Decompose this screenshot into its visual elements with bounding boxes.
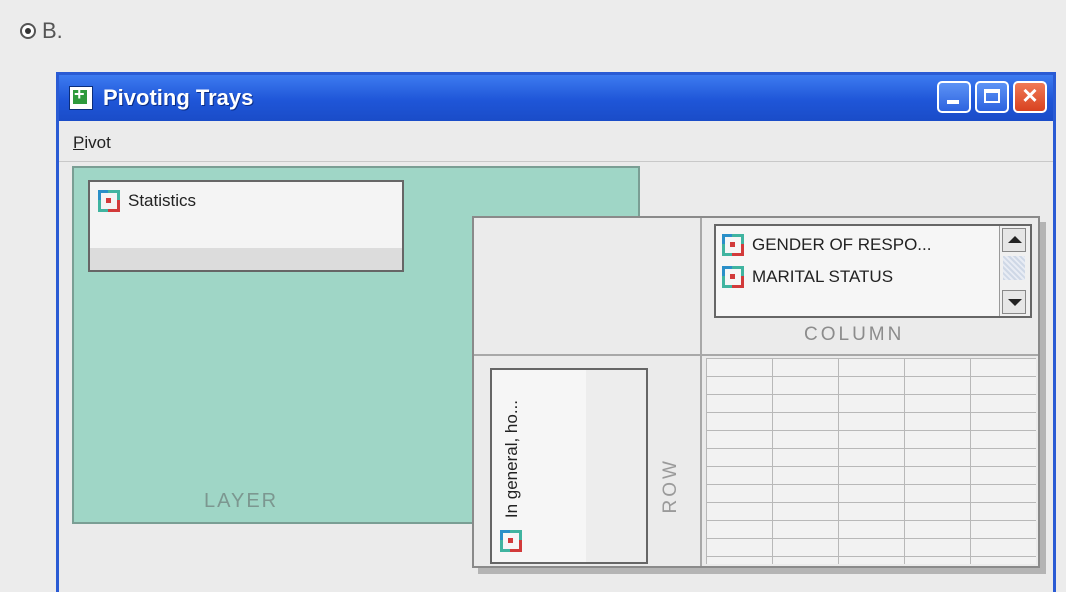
column-item-marital-status[interactable]: MARITAL STATUS (722, 266, 893, 288)
panel-horizontal-divider (474, 354, 1038, 356)
menu-pivot-accelerator: P (73, 133, 85, 152)
radio-selected-dot (25, 28, 31, 34)
column-item-label: MARITAL STATUS (752, 267, 894, 286)
window-controls: × (937, 80, 1047, 113)
column-list-scrollbar[interactable] (999, 226, 1030, 316)
layer-tray-label: LAYER (204, 490, 279, 512)
minimize-button[interactable] (937, 81, 971, 113)
pivot-variable-icon (722, 266, 744, 288)
row-tray-label: ROW (660, 458, 681, 514)
column-tray-list[interactable]: GENDER OF RESPO... MARITAL STATUS (714, 224, 1032, 318)
layer-item-label: Statistics (128, 191, 197, 210)
scroll-down-arrow-icon[interactable] (1002, 290, 1026, 314)
row-tray-list[interactable]: In general, ho... (490, 368, 648, 564)
pivot-table-icon (69, 84, 93, 110)
minimize-icon (947, 100, 959, 104)
title-bar[interactable]: Pivoting Trays × (59, 75, 1053, 121)
menu-pivot-label: ivot (84, 133, 111, 152)
menu-bar: Pivot (59, 121, 1053, 162)
maximize-button[interactable] (975, 81, 1009, 113)
pivot-variable-icon (98, 190, 120, 212)
close-icon: × (1022, 80, 1038, 110)
pivot-variable-icon (722, 234, 744, 256)
maximize-icon (984, 89, 1000, 103)
radio-option-b[interactable]: B. (20, 18, 63, 44)
option-label: B. (42, 18, 63, 43)
menu-pivot[interactable]: Pivot (73, 133, 111, 153)
layer-item-statistics[interactable]: Statistics (98, 190, 196, 212)
pivot-variable-icon (500, 530, 522, 552)
layer-item-list[interactable]: Statistics (88, 180, 404, 272)
close-button[interactable]: × (1013, 80, 1047, 113)
radio-button[interactable] (20, 23, 36, 39)
data-grid-preview (706, 358, 1036, 564)
window-title: Pivoting Trays (103, 85, 254, 110)
panel-vertical-divider (700, 218, 702, 566)
column-item-label: GENDER OF RESPO... (752, 235, 932, 254)
row-item-in-general[interactable]: In general, ho... (500, 382, 524, 552)
pivot-panel: GENDER OF RESPO... MARITAL STATUS COLUMN… (472, 216, 1040, 568)
list-shade (586, 370, 646, 562)
scroll-up-arrow-icon[interactable] (1002, 228, 1026, 252)
list-shade (90, 248, 402, 270)
row-item-label: In general, ho... (502, 399, 521, 518)
column-tray-label: COLUMN (804, 324, 905, 345)
column-item-gender[interactable]: GENDER OF RESPO... (722, 234, 931, 256)
scroll-thumb[interactable] (1003, 256, 1025, 280)
